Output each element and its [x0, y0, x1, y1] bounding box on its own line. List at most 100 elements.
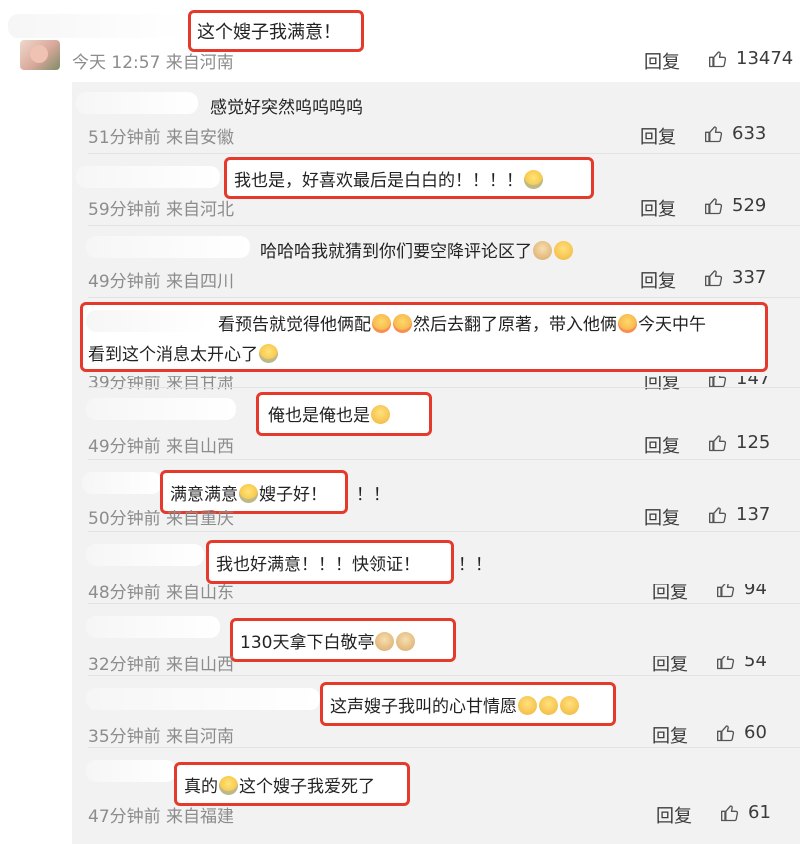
reply-button[interactable]: 回复: [656, 802, 692, 828]
list-item: 感觉好突然呜呜呜呜 51分钟前 来自安徽 回复 633: [72, 82, 800, 154]
reply-text: 我也是，好喜欢最后是白白的！！！！: [234, 166, 544, 191]
reply-button[interactable]: 回复: [652, 584, 688, 604]
like-count: 529: [732, 195, 767, 216]
comment-text: 这个嫂子我满意！: [197, 22, 341, 43]
username-blurred: [86, 310, 208, 332]
smile-emoji-icon: [518, 696, 537, 715]
reply-button[interactable]: 回复: [640, 195, 676, 221]
thumbs-up-icon: [705, 269, 723, 286]
reply-text-tail: ！！: [356, 485, 390, 505]
username-blurred: [82, 472, 162, 494]
reply-text-main: 我也是，好喜欢最后是白白的！！！！: [234, 171, 523, 191]
reply-text-part2: 然后去翻了原著，带入他俩: [413, 315, 617, 335]
smile-emoji-icon: [560, 696, 579, 715]
reply-text-part1: 真的: [184, 777, 218, 797]
username-blurred: [76, 92, 198, 114]
username-blurred: [86, 616, 220, 638]
reply-text-line2-text: 看到这个消息太开心了: [88, 345, 258, 365]
list-item: 这声嫂子我叫的心甘情愿 35分钟前 来自河南 回复 60: [72, 676, 800, 748]
reply-text-main: 哈哈哈我就猜到你们要空降评论区了: [260, 242, 532, 262]
reply-button[interactable]: 回复: [644, 48, 680, 74]
like-button[interactable]: 529: [704, 195, 766, 216]
reply-text: 感觉好突然呜呜呜呜: [210, 98, 363, 118]
reply-text-line1: 看预告就觉得他俩配 然后去翻了原著，带入他俩 今天中午: [218, 310, 706, 335]
reply-button[interactable]: 回复: [644, 432, 680, 458]
reply-text: 这声嫂子我叫的心甘情愿: [330, 692, 580, 717]
like-count: 60: [744, 722, 767, 743]
reply-text-part2: 这个嫂子我爱死了: [239, 777, 375, 797]
shy-emoji-icon: [393, 314, 412, 333]
reply-meta: 35分钟前 来自河南: [88, 727, 235, 747]
like-count: 13474: [736, 48, 794, 69]
reply-meta: 49分钟前 来自四川: [88, 272, 235, 292]
list-item: 我也好满意！！！快领证！ ！！ 48分钟前 来自山东 回复 94: [72, 532, 800, 604]
laughing-emoji-icon: [554, 241, 573, 260]
reply-meta: 49分钟前 来自山西: [88, 437, 235, 457]
like-button[interactable]: 54: [716, 650, 767, 671]
like-button[interactable]: 60: [716, 722, 767, 743]
avatar[interactable]: [20, 40, 60, 70]
username-blurred: [86, 398, 236, 420]
crying-emoji-icon: [524, 170, 543, 189]
reply-text-main: 130天拿下白敬亭: [240, 633, 375, 653]
like-count: 61: [748, 802, 771, 823]
reply-text-part2: 嫂子好！: [259, 485, 327, 505]
reply-text: 130天拿下白敬亭: [240, 628, 416, 653]
reply-button[interactable]: 回复: [652, 722, 688, 748]
list-item: 俺也是俺也是 49分钟前 来自山西 回复 125: [72, 388, 800, 460]
like-count: 337: [732, 267, 767, 288]
thumbs-up-icon: [705, 197, 723, 214]
crying-emoji-icon: [239, 484, 258, 503]
username-blurred: [86, 688, 320, 710]
dog-emoji-icon: [533, 241, 552, 260]
shy-emoji-icon: [618, 314, 637, 333]
like-button[interactable]: 137: [708, 504, 770, 525]
smile-emoji-icon: [539, 696, 558, 715]
party-emoji-icon: [371, 405, 390, 424]
like-count: 633: [732, 123, 767, 144]
like-button[interactable]: 633: [704, 123, 766, 144]
reply-text-part1: 满意满意: [170, 485, 238, 505]
like-button[interactable]: 13474: [708, 48, 793, 69]
crying-emoji-icon: [219, 776, 238, 795]
like-count: 54: [744, 650, 767, 671]
reply-text-main: 俺也是俺也是: [268, 406, 370, 426]
list-item: 哈哈哈我就猜到你们要空降评论区了 49分钟前 来自四川 回复 337: [72, 226, 800, 298]
username-blurred: [86, 236, 250, 258]
list-item: 130天拿下白敬亭 32分钟前 来自山西 回复 54: [72, 604, 800, 676]
thumbs-up-icon: [709, 506, 727, 523]
reply-meta: 51分钟前 来自安徽: [88, 128, 235, 148]
shy-emoji-icon: [372, 314, 391, 333]
reply-text: 满意满意 嫂子好！: [170, 480, 327, 505]
comment-meta: 今天 12:57 来自河南: [72, 53, 234, 73]
like-button[interactable]: 337: [704, 267, 766, 288]
reply-button[interactable]: 回复: [640, 123, 676, 149]
list-item: 真的 这个嫂子我爱死了 47分钟前 来自福建 回复 61: [72, 748, 800, 844]
username-blurred: [86, 544, 204, 566]
top-comment: 这个嫂子我满意！ 今天 12:57 来自河南 回复 13474: [0, 0, 800, 82]
reply-text-part1: 看预告就觉得他俩配: [218, 315, 371, 335]
dog-emoji-icon: [375, 632, 395, 651]
like-button[interactable]: 61: [720, 802, 771, 823]
reply-button[interactable]: 回复: [640, 267, 676, 293]
reply-text-main: 这声嫂子我叫的心甘情愿: [330, 697, 517, 717]
username-blurred: [86, 760, 176, 782]
reply-button[interactable]: 回复: [652, 656, 688, 676]
reply-text-part3: 今天中午: [638, 315, 706, 335]
crying-emoji-icon: [259, 344, 278, 363]
reply-text: 哈哈哈我就猜到你们要空降评论区了: [260, 237, 574, 262]
thumbs-up-icon: [721, 804, 739, 821]
reply-button[interactable]: 回复: [644, 504, 680, 530]
thumbs-up-icon: [709, 434, 727, 451]
list-item: 满意满意 嫂子好！ ！！ 50分钟前 来自重庆 回复 137: [72, 460, 800, 532]
replies-panel: 感觉好突然呜呜呜呜 51分钟前 来自安徽 回复 633 我也是，好喜欢最后是白白…: [72, 82, 800, 844]
reply-text-tail: ！！: [458, 555, 492, 575]
list-item: 我也是，好喜欢最后是白白的！！！！ 59分钟前 来自河北 回复 529: [72, 154, 800, 226]
thumbs-up-icon: [717, 656, 735, 669]
like-button[interactable]: 94: [716, 584, 767, 599]
like-button[interactable]: 125: [708, 432, 770, 453]
thumbs-up-icon: [717, 724, 735, 741]
dog-emoji-icon: [396, 632, 416, 651]
reply-text-line2: 看到这个消息太开心了: [88, 340, 279, 365]
thumbs-up-icon: [717, 584, 735, 597]
